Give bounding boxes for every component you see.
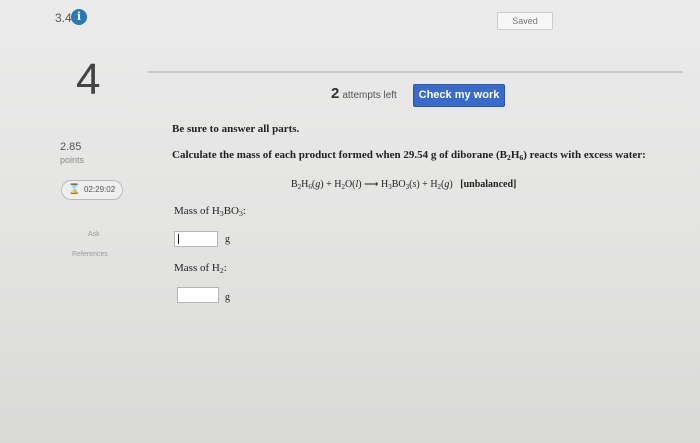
- references-link[interactable]: References: [72, 251, 108, 258]
- timer-badge[interactable]: ⌛ 02:29:02: [61, 180, 123, 200]
- mass-h3bo3-input[interactable]: [174, 231, 218, 247]
- points-label: points: [60, 155, 85, 165]
- instruction-text: Be sure to answer all parts.: [172, 123, 300, 135]
- question-number: 3.4: [55, 11, 72, 25]
- saved-status: Saved: [497, 12, 553, 30]
- chemical-equation: B2H6(g) + H2O(l) ⟶ H3BO3(s) + H2(g) [unb…: [291, 179, 517, 191]
- question-text-start: Calculate the mass of each product forme…: [172, 149, 500, 161]
- info-icon[interactable]: i: [71, 9, 87, 25]
- points-value: 2.85: [60, 141, 82, 153]
- diborane-formula: B2H6: [499, 149, 524, 162]
- mass-label-prefix: Mass of: [174, 262, 212, 274]
- mass-label-suffix: :: [223, 262, 227, 274]
- hourglass-icon: ⌛: [68, 184, 81, 195]
- mass-h3bo3-label: Mass of H3BO3:: [174, 205, 246, 218]
- header-divider: [148, 71, 683, 73]
- mass-label-prefix: Mass of: [174, 205, 212, 217]
- mass-h2-label: Mass of H2:: [174, 262, 227, 275]
- equation-note: [unbalanced]: [460, 179, 517, 190]
- ask-link[interactable]: Ask: [88, 231, 100, 238]
- top-bar: 3.4 i Saved: [0, 0, 700, 40]
- unit-label: g: [225, 234, 230, 245]
- mass-label-suffix: :: [242, 205, 246, 217]
- attempts-count: 2: [331, 85, 340, 102]
- timer-value: 02:29:02: [84, 185, 116, 194]
- question-big-number: 4: [76, 55, 101, 104]
- mass-h2-input[interactable]: [177, 287, 219, 303]
- question-text-end: ) reacts with excess water:: [523, 149, 646, 161]
- attempts-label: attempts left: [342, 90, 397, 101]
- question-text: Calculate the mass of each product forme…: [172, 149, 646, 161]
- check-my-work-button[interactable]: Check my work: [413, 84, 505, 107]
- text-caret: [178, 234, 179, 244]
- unit-label: g: [225, 292, 230, 303]
- attempts-left: 2 attempts left: [331, 85, 397, 102]
